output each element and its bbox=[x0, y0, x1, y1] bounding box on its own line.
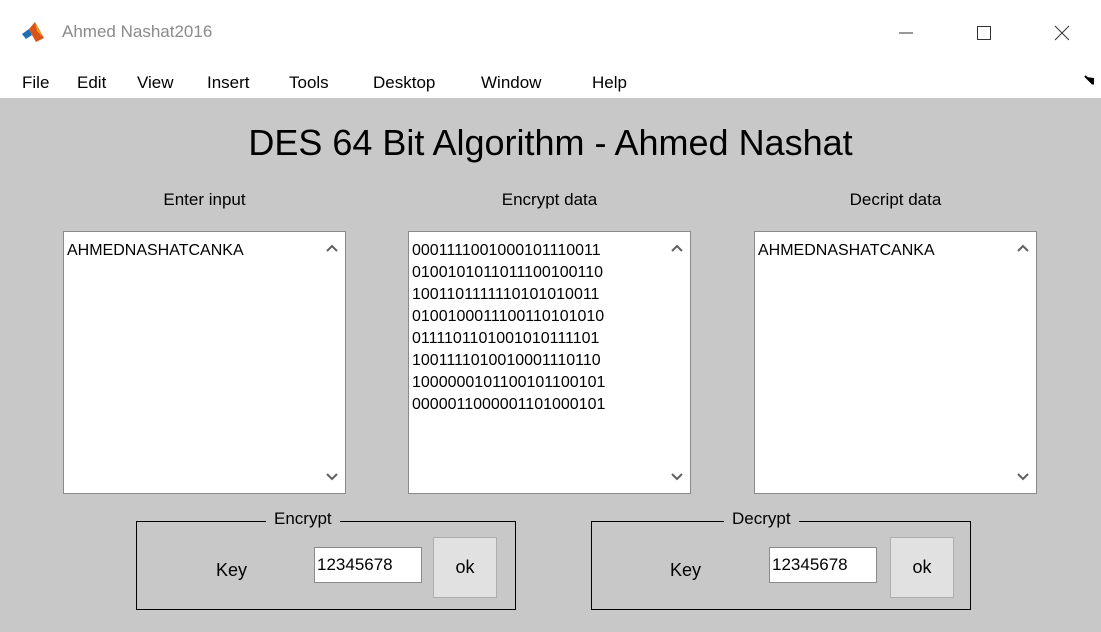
encrypt-ok-button[interactable]: ok bbox=[433, 537, 497, 598]
encrypt-key-label: Key bbox=[216, 560, 248, 580]
encrypt-data-listbox[interactable]: 0001111001000101110011 01001010110111001… bbox=[408, 231, 691, 494]
menu-tools[interactable]: Tools bbox=[289, 73, 329, 93]
maximize-button[interactable] bbox=[962, 14, 1006, 52]
matlab-icon bbox=[22, 22, 44, 42]
encrypt-line: 0001111001000101110011 bbox=[412, 242, 601, 259]
close-icon bbox=[1054, 25, 1070, 41]
scroll-down-icon[interactable] bbox=[670, 472, 684, 482]
encrypt-line: 0111101101001010111101 bbox=[412, 330, 600, 347]
decrypt-key-label: Key bbox=[670, 560, 702, 580]
decrypt-key-input[interactable]: 12345678 bbox=[769, 547, 877, 583]
encrypt-line: 0100101011011100100110 bbox=[412, 264, 604, 281]
menu-bar: File Edit View Insert Tools Desktop Wind… bbox=[0, 66, 1101, 100]
close-button[interactable] bbox=[1040, 14, 1084, 52]
menu-view[interactable]: View bbox=[137, 73, 174, 93]
maximize-icon bbox=[977, 26, 991, 40]
encrypt-line: 1001111010010001110110 bbox=[412, 352, 601, 369]
scroll-down-icon[interactable] bbox=[325, 472, 339, 482]
input-scrollbar[interactable] bbox=[320, 232, 345, 493]
scroll-down-icon[interactable] bbox=[1016, 472, 1030, 482]
figure-window: Ahmed Nashat2016 File Edit View Insert T… bbox=[0, 0, 1101, 632]
encrypt-panel-title: Encrypt bbox=[266, 509, 340, 529]
input-label: Enter input bbox=[163, 190, 246, 209]
menu-edit[interactable]: Edit bbox=[77, 73, 106, 93]
encrypt-data-lines: 0001111001000101110011 01001010110111001… bbox=[412, 240, 664, 416]
figure-title: DES 64 Bit Algorithm - Ahmed Nashat bbox=[248, 122, 853, 163]
encrypt-data-label: Encrypt data bbox=[501, 190, 598, 209]
window-title: Ahmed Nashat2016 bbox=[62, 22, 213, 41]
decrypt-data-label: Decript data bbox=[849, 190, 942, 209]
decrypt-ok-button[interactable]: ok bbox=[890, 537, 954, 598]
minimize-icon bbox=[899, 32, 913, 34]
encrypt-line: 0100100011100110101010 bbox=[412, 308, 605, 325]
decrypt-scrollbar[interactable] bbox=[1011, 232, 1036, 493]
menu-file[interactable]: File bbox=[22, 73, 49, 93]
menu-window[interactable]: Window bbox=[481, 73, 541, 93]
input-listbox[interactable]: AHMEDNASHATCANKA bbox=[63, 231, 346, 494]
input-text: AHMEDNASHATCANKA bbox=[67, 242, 244, 259]
minimize-button[interactable] bbox=[884, 14, 928, 52]
encrypt-line: 1000000101100101100101 bbox=[412, 374, 606, 391]
encrypt-scrollbar[interactable] bbox=[665, 232, 690, 493]
encrypt-key-input[interactable]: 12345678 bbox=[314, 547, 422, 583]
encrypt-line: 0000011000001101000101 bbox=[412, 396, 606, 413]
dock-arrow-icon[interactable] bbox=[1083, 74, 1097, 88]
decrypt-data-listbox[interactable]: AHMEDNASHATCANKA bbox=[754, 231, 1037, 494]
encrypt-line: 1001101111110101010011 bbox=[412, 286, 600, 303]
menu-insert[interactable]: Insert bbox=[207, 73, 250, 93]
title-bar[interactable]: Ahmed Nashat2016 bbox=[0, 0, 1101, 64]
menu-help[interactable]: Help bbox=[592, 73, 627, 93]
scroll-up-icon[interactable] bbox=[325, 243, 339, 253]
menu-desktop[interactable]: Desktop bbox=[373, 73, 435, 93]
decrypt-text: AHMEDNASHATCANKA bbox=[758, 242, 935, 259]
scroll-up-icon[interactable] bbox=[670, 243, 684, 253]
scroll-up-icon[interactable] bbox=[1016, 243, 1030, 253]
decrypt-panel-title: Decrypt bbox=[724, 509, 799, 529]
